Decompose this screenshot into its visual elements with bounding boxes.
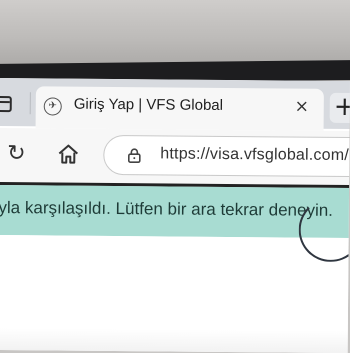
address-bar[interactable]: https://visa.vfsglobal.com/ xyxy=(103,134,350,178)
new-tab-button[interactable]: + xyxy=(329,92,350,124)
reload-icon[interactable]: ↻ xyxy=(3,141,29,167)
tab-strip: ✈ Giriş Yap | VFS Global × + xyxy=(0,78,350,131)
lock-icon[interactable] xyxy=(126,147,142,164)
screen-shading xyxy=(0,327,350,353)
close-tab-icon[interactable]: × xyxy=(292,96,312,118)
alert-message: Bir hatayla karşılaşıldı. Lütfen bir ara… xyxy=(0,197,334,220)
tab-vfs-global[interactable]: ✈ Giriş Yap | VFS Global × xyxy=(35,86,324,131)
home-icon[interactable] xyxy=(55,141,81,167)
background-room xyxy=(0,0,350,70)
error-alert-banner: Bir hatayla karşılaşıldı. Lütfen bir ara… xyxy=(0,184,350,239)
decorative-circle-outline xyxy=(298,197,350,263)
tab-divider xyxy=(29,92,31,115)
tab-title: Giriş Yap | VFS Global xyxy=(73,95,224,114)
browser-toolbar: ↻ https://visa.vfsglobal.com/ xyxy=(0,127,350,186)
url-text: https://visa.vfsglobal.com/ xyxy=(160,145,350,165)
browser-window: ✈ Giriş Yap | VFS Global × + ↻ https://v… xyxy=(0,78,350,353)
tab-actions-icon[interactable] xyxy=(0,95,12,113)
vfs-favicon-icon: ✈ xyxy=(43,97,62,116)
